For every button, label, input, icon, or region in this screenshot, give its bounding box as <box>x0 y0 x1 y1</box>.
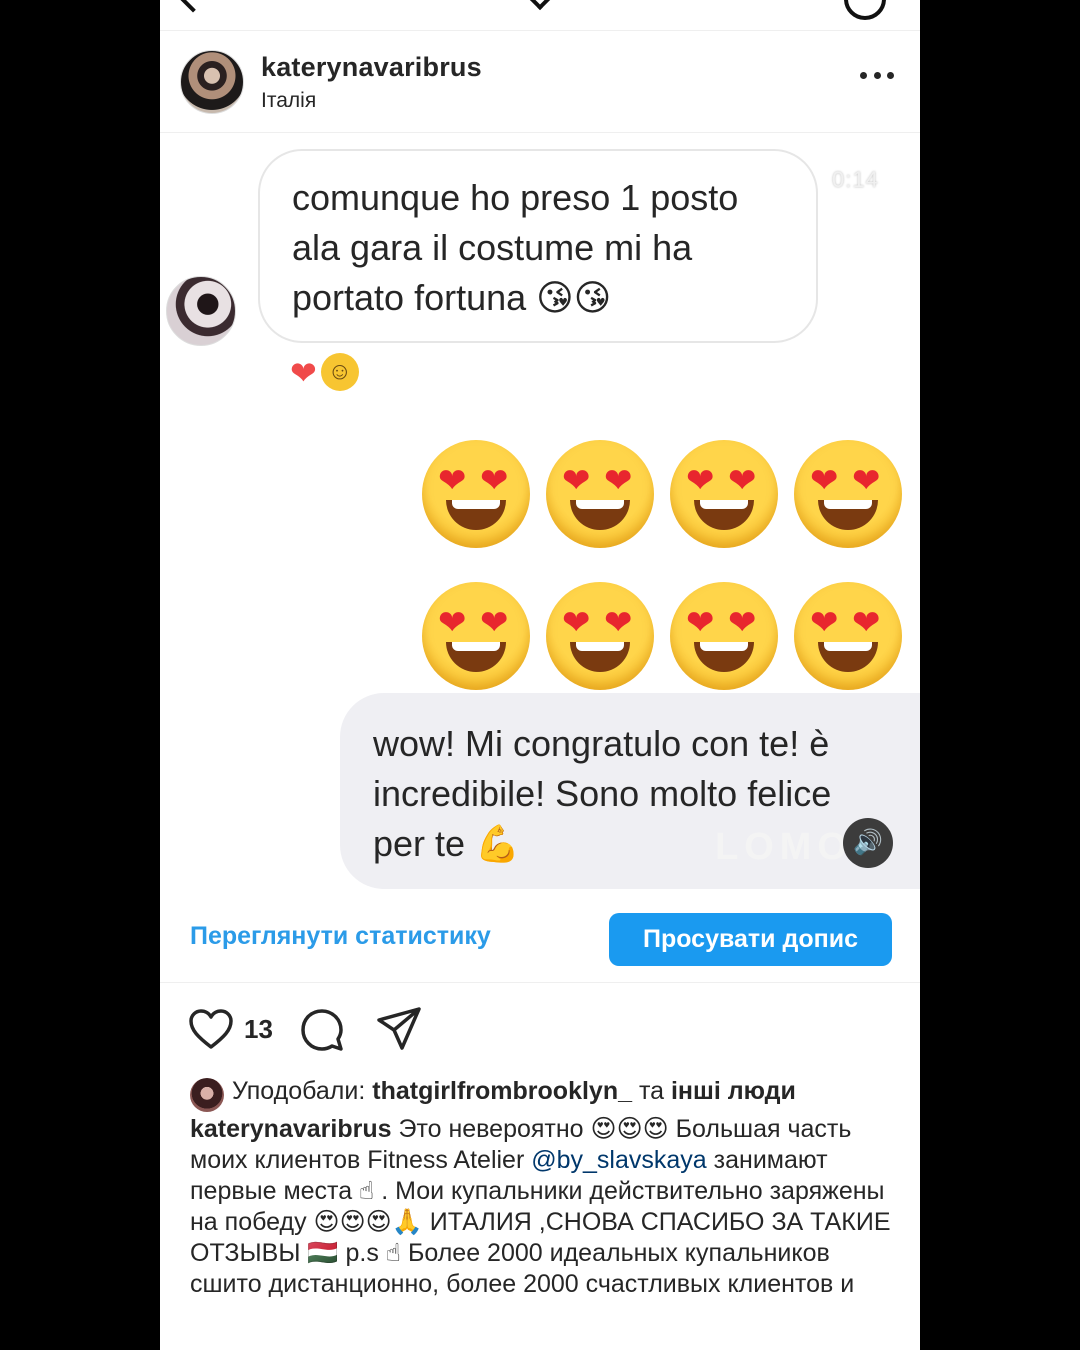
caption-author[interactable]: katerynavaribrus <box>190 1115 392 1143</box>
liker-avatar <box>190 1078 224 1112</box>
liked-conj: та <box>638 1077 665 1105</box>
speaker-icon: 🔊 <box>853 829 883 856</box>
more-options-icon[interactable] <box>860 70 894 80</box>
chevron-down-icon[interactable] <box>525 0 555 11</box>
message-reactions: ❤ ☺ <box>290 353 359 393</box>
liked-prefix: Уподобали: <box>232 1077 366 1105</box>
heart-icon[interactable] <box>188 1008 234 1050</box>
heart-eyes-emoji: ❤ ❤ <box>794 440 902 548</box>
heart-eyes-emoji: ❤ ❤ <box>670 440 778 548</box>
comment-icon[interactable] <box>300 1008 344 1052</box>
heart-eyes-emoji-grid: ❤ ❤ ❤ ❤ ❤ ❤ ❤ ❤ ❤ ❤ ❤ ❤ ❤ ❤ ❤ ❤ <box>422 423 920 707</box>
heart-eyes-emoji: ❤ ❤ <box>422 440 530 548</box>
salute-face-icon: ☺ <box>320 353 359 391</box>
heart-eyes-emoji: ❤ ❤ <box>422 582 530 690</box>
back-icon[interactable] <box>177 0 209 13</box>
promote-post-button[interactable]: Просувати допис <box>609 913 892 966</box>
post-caption: Уподобали: thatgirlfrombrooklyn_ та інші… <box>190 1076 900 1300</box>
like-count[interactable]: 13 <box>244 1014 273 1045</box>
post-header: katerynavaribrus Італія <box>160 32 920 133</box>
post-location[interactable]: Італія <box>261 89 316 113</box>
post-screen: katerynavaribrus Італія comunque ho pres… <box>160 0 920 1350</box>
view-insights-link[interactable]: Переглянути статистику <box>190 922 491 951</box>
post-username[interactable]: katerynavaribrus <box>261 52 482 83</box>
post-media[interactable]: comunque ho preso 1 posto ala gara il co… <box>160 133 920 898</box>
share-icon[interactable] <box>376 1006 422 1052</box>
heart-eyes-emoji: ❤ ❤ <box>546 440 654 548</box>
engagement-icons: 13 <box>160 1002 920 1058</box>
video-timestamp: 0:14 <box>832 167 879 192</box>
heart-icon: ❤ <box>290 355 317 391</box>
liked-user[interactable]: thatgirlfrombrooklyn_ <box>372 1077 632 1105</box>
caption-mention[interactable]: @by_slavskaya <box>531 1146 706 1174</box>
incoming-message-bubble: comunque ho preso 1 posto ala gara il co… <box>258 149 818 343</box>
liked-others[interactable]: інші люди <box>671 1077 796 1105</box>
caption-text: katerynavaribrus Это невероятно 😍😍😍 Боль… <box>190 1114 900 1300</box>
avatar[interactable] <box>180 50 244 114</box>
heart-eyes-emoji: ❤ ❤ <box>670 582 778 690</box>
top-bar <box>160 0 920 31</box>
incoming-message-text: comunque ho preso 1 posto ala gara il co… <box>292 177 739 318</box>
sound-toggle-button[interactable]: 🔊 <box>843 818 893 868</box>
heart-eyes-emoji: ❤ ❤ <box>794 582 902 690</box>
liked-by-line[interactable]: Уподобали: thatgirlfrombrooklyn_ та інші… <box>190 1076 900 1114</box>
heart-eyes-emoji: ❤ ❤ <box>546 582 654 690</box>
sender-avatar <box>166 276 236 346</box>
circle-icon[interactable] <box>844 0 886 20</box>
post-actions-bar: Переглянути статистику Просувати допис <box>160 898 920 983</box>
